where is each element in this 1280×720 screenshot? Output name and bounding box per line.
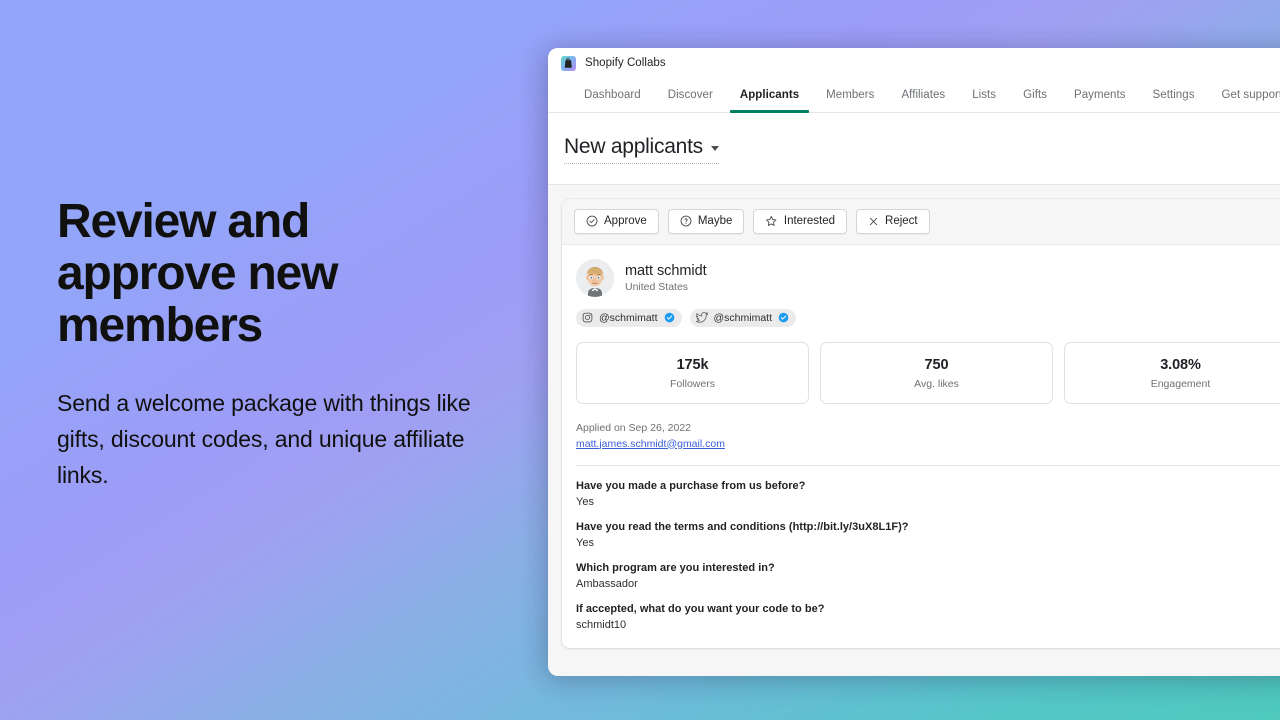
qa-answer: Yes [576,495,594,508]
shopify-bag-icon [561,55,576,71]
stat-followers: 175k Followers [576,341,809,404]
tab-gifts[interactable]: Gifts [1013,78,1057,112]
tab-payments[interactable]: Payments [1064,78,1136,112]
profile-text: matt schmidt United States [625,263,707,293]
applied-on-date: Applied on Sep 26, 2022 [576,421,692,434]
approve-label: Approve [604,215,647,228]
qa-item: Have you made a purchase from us before?… [576,480,1280,508]
page-title: New applicants [564,135,703,158]
promo-subheading: Send a welcome package with things like … [57,390,471,488]
twitter-icon [695,312,708,323]
stat-value: 175k [676,356,709,373]
question-circle-icon [680,215,692,227]
tab-discover[interactable]: Discover [658,78,723,112]
maybe-label: Maybe [697,215,733,228]
reject-label: Reject [885,215,918,228]
instagram-handle: @schmimatt [599,311,658,324]
page-header: New applicants [548,113,1280,185]
stat-value: 3.08% [1160,356,1201,373]
application-answers: Have you made a purchase from us before?… [562,466,1280,648]
interested-label: Interested [783,215,836,228]
qa-answer: Ambassador [576,577,638,590]
window-titlebar: Shopify Collabs [548,48,1280,78]
applicant-card: Approve Maybe Interested Reject matt sch… [562,199,1280,648]
qa-question: Which program are you interested in? [576,561,775,574]
applicant-profile: matt schmidt United States @schmimatt @s… [562,245,1280,327]
verified-badge-icon [664,312,675,323]
maybe-button[interactable]: Maybe [667,209,745,234]
reject-button[interactable]: Reject [856,209,930,234]
stat-value: 750 [924,356,949,373]
qa-question: If accepted, what do you want your code … [576,602,825,615]
stat-label: Followers [670,377,715,390]
window-title: Shopify Collabs [585,57,666,69]
tab-dashboard[interactable]: Dashboard [574,78,651,112]
qa-item: Have you read the terms and conditions (… [576,521,1280,549]
avatar [576,258,614,297]
x-icon [868,216,879,227]
qa-item: If accepted, what do you want your code … [576,603,1280,631]
profile-identity-row: matt schmidt United States [576,258,1280,297]
tab-applicants[interactable]: Applicants [729,78,810,113]
stat-label: Engagement [1150,377,1211,390]
twitter-handle-chip[interactable]: @schmimatt [689,308,796,327]
tab-get-support[interactable]: Get support [1212,78,1280,112]
applicant-stats: 175k Followers 750 Avg. likes 3.08% Enga… [562,327,1280,404]
qa-answer: Yes [576,536,594,549]
tab-members[interactable]: Members [816,78,884,112]
qa-question: Have you read the terms and conditions (… [576,520,909,533]
qa-question: Have you made a purchase from us before? [576,479,806,492]
verified-badge-icon [778,312,789,323]
applicant-email-link[interactable]: matt.james.schmidt@gmail.com [576,438,725,450]
applicant-name: matt schmidt [625,262,707,279]
promo-panel: Review and approve new members Send a we… [57,196,527,493]
approve-button[interactable]: Approve [574,209,659,234]
tab-affiliates[interactable]: Affiliates [891,78,955,112]
applicant-location: United States [625,280,689,293]
qa-answer: schmidt10 [576,618,627,631]
applicant-action-toolbar: Approve Maybe Interested Reject [562,199,1280,245]
tab-settings[interactable]: Settings [1143,78,1205,112]
promo-heading: Review and approve new members [57,195,338,352]
check-circle-icon [586,215,598,227]
applicants-filter-dropdown[interactable]: New applicants [564,135,719,164]
app-window: Shopify Collabs Dashboard Discover Appli… [548,48,1280,676]
instagram-icon [582,312,593,323]
tab-lists[interactable]: Lists [962,78,1006,112]
stat-engagement: 3.08% Engagement [1064,341,1280,404]
chevron-down-icon [710,146,719,151]
application-meta: Applied on Sep 26, 2022 matt.james.schmi… [562,404,1280,465]
instagram-handle-chip[interactable]: @schmimatt [576,308,682,327]
main-nav: Dashboard Discover Applicants Members Af… [548,78,1280,113]
stat-avg-likes: 750 Avg. likes [820,341,1053,404]
interested-button[interactable]: Interested [753,209,848,234]
star-icon [765,215,778,228]
qa-item: Which program are you interested in? Amb… [576,562,1280,590]
social-handles: @schmimatt @schmimatt [576,308,1280,327]
twitter-handle: @schmimatt [713,311,773,324]
stat-label: Avg. likes [914,377,959,390]
